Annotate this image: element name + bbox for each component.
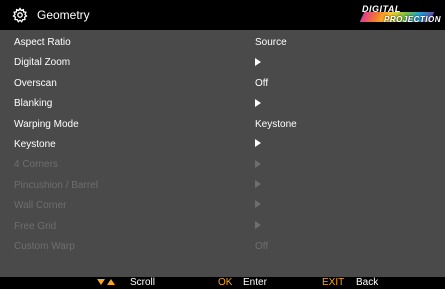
menu-item-custom-warp: Custom Warp Off <box>0 237 445 257</box>
menu-item-label: Digital Zoom <box>14 57 71 69</box>
menu-item-keystone[interactable]: Keystone <box>0 135 445 155</box>
submenu-arrow-icon <box>255 155 261 175</box>
menu-item-warping-mode[interactable]: Warping Mode Keystone <box>0 115 445 135</box>
menu-item-label: Pincushion / Barrel <box>14 179 98 191</box>
osd-menu: Geometry DIGITAL PROJECTION Aspect Ratio… <box>0 0 445 289</box>
menu-header: Geometry DIGITAL PROJECTION <box>0 0 445 30</box>
menu-item-digital-zoom[interactable]: Digital Zoom <box>0 53 445 73</box>
submenu-arrow-icon <box>255 135 261 155</box>
menu-item-aspect-ratio[interactable]: Aspect Ratio Source <box>0 33 445 53</box>
menu-item-blanking[interactable]: Blanking <box>0 94 445 114</box>
menu-item-4-corners: 4 Corners <box>0 155 445 175</box>
menu-item-pincushion-barrel: Pincushion / Barrel <box>0 176 445 196</box>
menu-item-value: Off <box>255 77 269 89</box>
menu-item-value: Source <box>255 37 287 48</box>
menu-item-label: Wall Corner <box>14 200 67 212</box>
ok-key-label: OK <box>218 277 233 288</box>
scroll-hint-label: Scroll <box>130 277 156 288</box>
menu-item-value: Keystone <box>255 118 297 130</box>
menu-item-overscan[interactable]: Overscan Off <box>0 74 445 94</box>
menu-item-value: Off <box>255 240 269 252</box>
menu-item-label: 4 Corners <box>14 159 58 171</box>
gear-icon <box>12 7 28 23</box>
menu-item-label: Keystone <box>14 138 56 150</box>
menu-item-label: Aspect Ratio <box>14 37 71 48</box>
menu-item-label: Custom Warp <box>14 240 75 252</box>
submenu-arrow-icon <box>255 196 261 216</box>
menu-item-label: Overscan <box>14 77 57 89</box>
menu-item-label: Warping Mode <box>14 118 79 130</box>
key-hint-bar: Scroll OK Enter EXIT Back <box>0 277 445 289</box>
menu-item-label: Blanking <box>14 98 53 110</box>
scroll-arrows-icon <box>97 277 115 289</box>
enter-hint-label: Enter <box>243 277 267 288</box>
menu-item-label: Free Grid <box>14 220 57 232</box>
logo-text-bottom: PROJECTION <box>384 15 442 24</box>
submenu-arrow-icon <box>255 53 261 73</box>
page-title: Geometry <box>37 8 90 22</box>
submenu-arrow-icon <box>255 94 261 114</box>
exit-key-label: EXIT <box>322 277 345 288</box>
menu-list: Aspect Ratio Source Digital Zoom Oversca… <box>0 33 445 257</box>
menu-item-wall-corner: Wall Corner <box>0 196 445 216</box>
brand-logo: DIGITAL PROJECTION <box>359 4 445 26</box>
submenu-arrow-icon <box>255 176 261 196</box>
menu-item-free-grid: Free Grid <box>0 217 445 237</box>
submenu-arrow-icon <box>255 217 261 237</box>
logo-text-top: DIGITAL <box>362 4 401 14</box>
back-hint-label: Back <box>356 277 379 288</box>
